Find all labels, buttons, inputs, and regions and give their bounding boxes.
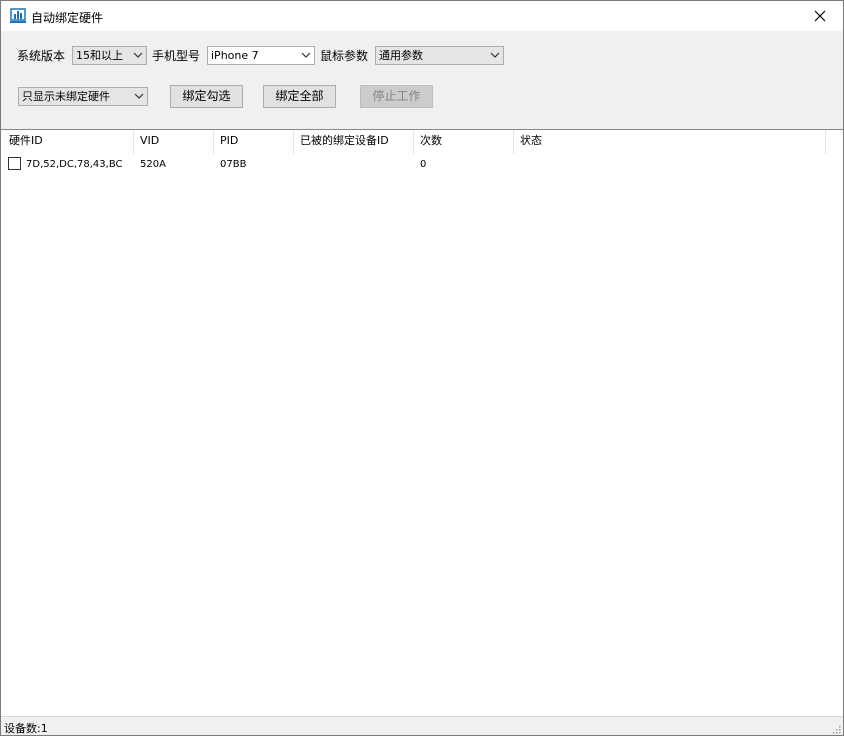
- filter-value: 只显示未绑定硬件: [22, 90, 110, 103]
- column-header-pid[interactable]: PID: [213, 130, 293, 154]
- column-divider[interactable]: [825, 130, 826, 154]
- chevron-down-icon: [301, 52, 311, 58]
- title-bar: 自动绑定硬件: [1, 1, 843, 31]
- filter-select[interactable]: 只显示未绑定硬件: [18, 87, 148, 106]
- mouse-params-value: 通用参数: [379, 49, 423, 62]
- mouse-params-select[interactable]: 通用参数: [375, 46, 504, 65]
- chevron-down-icon: [490, 52, 500, 58]
- column-header-status[interactable]: 状态: [513, 130, 825, 154]
- column-header-vid[interactable]: VID: [133, 130, 213, 154]
- chevron-down-icon: [133, 52, 143, 58]
- column-header-bound-device-id[interactable]: 已被的绑定设备ID: [293, 130, 413, 154]
- row-checkbox[interactable]: [8, 157, 21, 170]
- pid-cell: 07BB: [220, 159, 247, 170]
- system-version-value: 15和以上: [76, 49, 123, 62]
- hardware-table: 硬件ID VID PID 已被的绑定设备ID 次数 状态 7D,52,DC,78…: [1, 129, 843, 717]
- mouse-params-label: 鼠标参数: [320, 49, 369, 63]
- status-bar: 设备数:1: [1, 716, 843, 735]
- close-icon: [814, 10, 826, 22]
- close-button[interactable]: [797, 1, 843, 31]
- main-window: 自动绑定硬件 系统版本 15和以上 手机型号 iPhone 7 鼠标参数 通用参…: [0, 0, 844, 736]
- window-title: 自动绑定硬件: [31, 11, 104, 25]
- app-chart-icon: [10, 8, 26, 24]
- stop-work-button[interactable]: 停止工作: [360, 85, 433, 108]
- hardware-id-cell: 7D,52,DC,78,43,BC: [26, 159, 123, 170]
- resize-grip-icon[interactable]: [831, 724, 841, 734]
- column-header-hardware-id[interactable]: 硬件ID: [2, 130, 133, 154]
- system-version-select[interactable]: 15和以上: [72, 46, 147, 65]
- phone-model-select[interactable]: iPhone 7: [207, 46, 315, 65]
- device-count: 设备数:1: [4, 722, 48, 735]
- count-cell: 0: [420, 159, 427, 170]
- vid-cell: 520A: [140, 159, 166, 170]
- phone-model-value: iPhone 7: [211, 49, 259, 62]
- system-version-label: 系统版本: [17, 49, 66, 63]
- bind-checked-button[interactable]: 绑定勾选: [170, 85, 243, 108]
- bind-all-button[interactable]: 绑定全部: [263, 85, 336, 108]
- column-header-count[interactable]: 次数: [413, 130, 513, 154]
- chevron-down-icon: [134, 93, 144, 99]
- phone-model-label: 手机型号: [152, 49, 201, 63]
